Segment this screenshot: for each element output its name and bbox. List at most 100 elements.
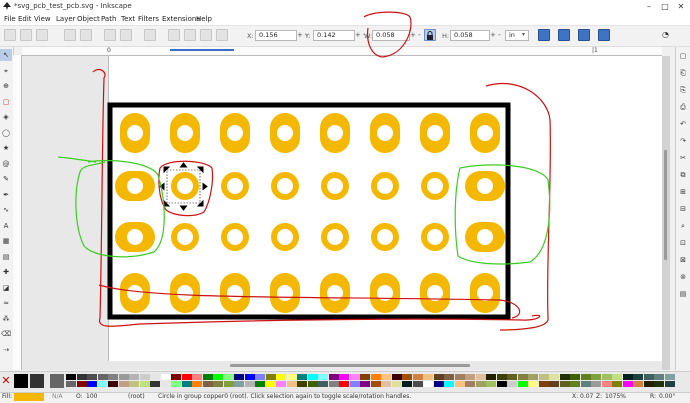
palette-swatch[interactable] bbox=[507, 374, 517, 380]
palette-swatch[interactable] bbox=[66, 381, 76, 387]
palette-swatch[interactable] bbox=[234, 381, 244, 387]
palette-swatch[interactable] bbox=[349, 374, 360, 380]
commands-11-icon[interactable]: ⌕ bbox=[677, 220, 689, 232]
commands-5-icon[interactable]: ↶ bbox=[677, 118, 689, 130]
palette-swatch[interactable] bbox=[412, 381, 423, 387]
palette-swatch[interactable] bbox=[423, 381, 433, 387]
palette-swatch[interactable] bbox=[454, 381, 465, 387]
palette-swatch[interactable] bbox=[486, 381, 496, 387]
palette-swatch[interactable] bbox=[318, 381, 328, 387]
palette-swatch[interactable] bbox=[465, 381, 475, 387]
palette-swatch[interactable] bbox=[507, 381, 517, 387]
zoom-value[interactable]: 1075% bbox=[605, 393, 626, 400]
palette-swatch[interactable] bbox=[213, 374, 223, 380]
palette-swatch[interactable] bbox=[402, 381, 412, 387]
palette-swatch[interactable] bbox=[66, 374, 76, 380]
round-pad[interactable] bbox=[271, 172, 299, 200]
palette-swatch[interactable] bbox=[622, 381, 633, 387]
round-pad[interactable] bbox=[421, 172, 449, 200]
palette-swatch[interactable] bbox=[433, 381, 444, 387]
palette-swatch[interactable] bbox=[570, 374, 580, 380]
palette-swatch[interactable] bbox=[129, 374, 139, 380]
commands-15-icon[interactable]: ▤ bbox=[677, 288, 689, 300]
palette-swatch[interactable] bbox=[654, 374, 664, 380]
palette-swatch[interactable] bbox=[286, 381, 297, 387]
no-paint-icon[interactable]: ✕ bbox=[0, 373, 12, 389]
commands-8-icon[interactable]: ⧉ bbox=[677, 169, 689, 181]
palette-swatch[interactable] bbox=[97, 374, 108, 380]
palette-swatch[interactable] bbox=[108, 374, 118, 380]
commands-6-icon[interactable]: ↷ bbox=[677, 135, 689, 147]
palette-swatch[interactable] bbox=[538, 374, 549, 380]
palette-swatch[interactable] bbox=[160, 374, 171, 380]
palette-swatch[interactable] bbox=[496, 381, 507, 387]
palette-swatch[interactable] bbox=[118, 381, 129, 387]
palette-swatch[interactable] bbox=[139, 374, 150, 380]
palette-swatch[interactable] bbox=[465, 374, 475, 380]
palette-swatch[interactable] bbox=[339, 381, 349, 387]
palette-swatch[interactable] bbox=[223, 374, 234, 380]
palette-swatch[interactable] bbox=[297, 374, 307, 380]
palette-swatch[interactable] bbox=[633, 374, 643, 380]
palette-swatch[interactable] bbox=[643, 381, 654, 387]
palette-swatch[interactable] bbox=[255, 381, 265, 387]
palette-swatch[interactable] bbox=[276, 374, 286, 380]
round-pad[interactable] bbox=[371, 223, 399, 251]
palette-swatch[interactable] bbox=[150, 374, 160, 380]
palette-swatch[interactable] bbox=[486, 374, 496, 380]
palette-swatch[interactable] bbox=[559, 381, 570, 387]
rotation-value[interactable]: 0.00° bbox=[659, 393, 675, 400]
copper-pads[interactable] bbox=[115, 113, 505, 313]
palette-swatch[interactable] bbox=[339, 374, 349, 380]
palette-swatch[interactable] bbox=[234, 374, 244, 380]
palette-swatch[interactable] bbox=[181, 381, 192, 387]
palette-swatch[interactable] bbox=[160, 381, 171, 387]
palette-swatch[interactable] bbox=[612, 381, 622, 387]
palette-swatch[interactable] bbox=[591, 381, 601, 387]
palette-swatch[interactable] bbox=[538, 381, 549, 387]
palette-swatch[interactable] bbox=[213, 381, 223, 387]
round-pad[interactable] bbox=[321, 223, 349, 251]
palette-swatch[interactable] bbox=[307, 381, 318, 387]
palette-swatch[interactable] bbox=[255, 374, 265, 380]
palette-swatch[interactable] bbox=[50, 374, 64, 388]
palette-swatch[interactable] bbox=[654, 381, 664, 387]
palette-swatch[interactable] bbox=[444, 374, 454, 380]
palette-swatch[interactable] bbox=[297, 381, 307, 387]
palette-swatch[interactable] bbox=[14, 374, 28, 388]
palette-swatch[interactable] bbox=[664, 374, 675, 380]
palette-swatch[interactable] bbox=[223, 381, 234, 387]
opacity-value[interactable]: 100 bbox=[86, 393, 97, 400]
commands-10-icon[interactable]: ⊟ bbox=[677, 203, 689, 215]
palette-swatch[interactable] bbox=[286, 374, 297, 380]
palette-swatch[interactable] bbox=[496, 374, 507, 380]
palette-swatch[interactable] bbox=[591, 374, 601, 380]
palette-swatch[interactable] bbox=[412, 374, 423, 380]
palette-swatch[interactable] bbox=[318, 374, 328, 380]
palette-swatch[interactable] bbox=[528, 374, 538, 380]
palette-swatch[interactable] bbox=[664, 381, 675, 387]
palette-swatch[interactable] bbox=[118, 374, 129, 380]
palette-swatch[interactable] bbox=[549, 381, 559, 387]
canvas-drawing[interactable] bbox=[0, 0, 690, 402]
palette-swatch[interactable] bbox=[181, 374, 192, 380]
palette-swatch[interactable] bbox=[391, 374, 402, 380]
palette-swatch[interactable] bbox=[360, 381, 370, 387]
commands-4-icon[interactable]: ⎙ bbox=[677, 101, 689, 113]
palette-swatch[interactable] bbox=[517, 374, 528, 380]
palette-swatch[interactable] bbox=[307, 374, 318, 380]
palette-swatch[interactable] bbox=[454, 374, 465, 380]
palette-swatch[interactable] bbox=[381, 374, 391, 380]
palette-swatch[interactable] bbox=[192, 374, 202, 380]
palette-swatch[interactable] bbox=[150, 381, 160, 387]
palette-swatch[interactable] bbox=[612, 374, 622, 380]
round-pad[interactable] bbox=[171, 172, 199, 200]
commands-1-icon[interactable]: ▢ bbox=[677, 50, 689, 62]
selection-handles[interactable] bbox=[159, 162, 208, 211]
layer-select[interactable]: (root) bbox=[128, 393, 145, 400]
palette-swatch[interactable] bbox=[444, 381, 454, 387]
commands-7-icon[interactable]: ✂ bbox=[677, 152, 689, 164]
palette-swatch[interactable] bbox=[349, 381, 360, 387]
round-pad[interactable] bbox=[271, 223, 299, 251]
round-pad[interactable] bbox=[371, 172, 399, 200]
